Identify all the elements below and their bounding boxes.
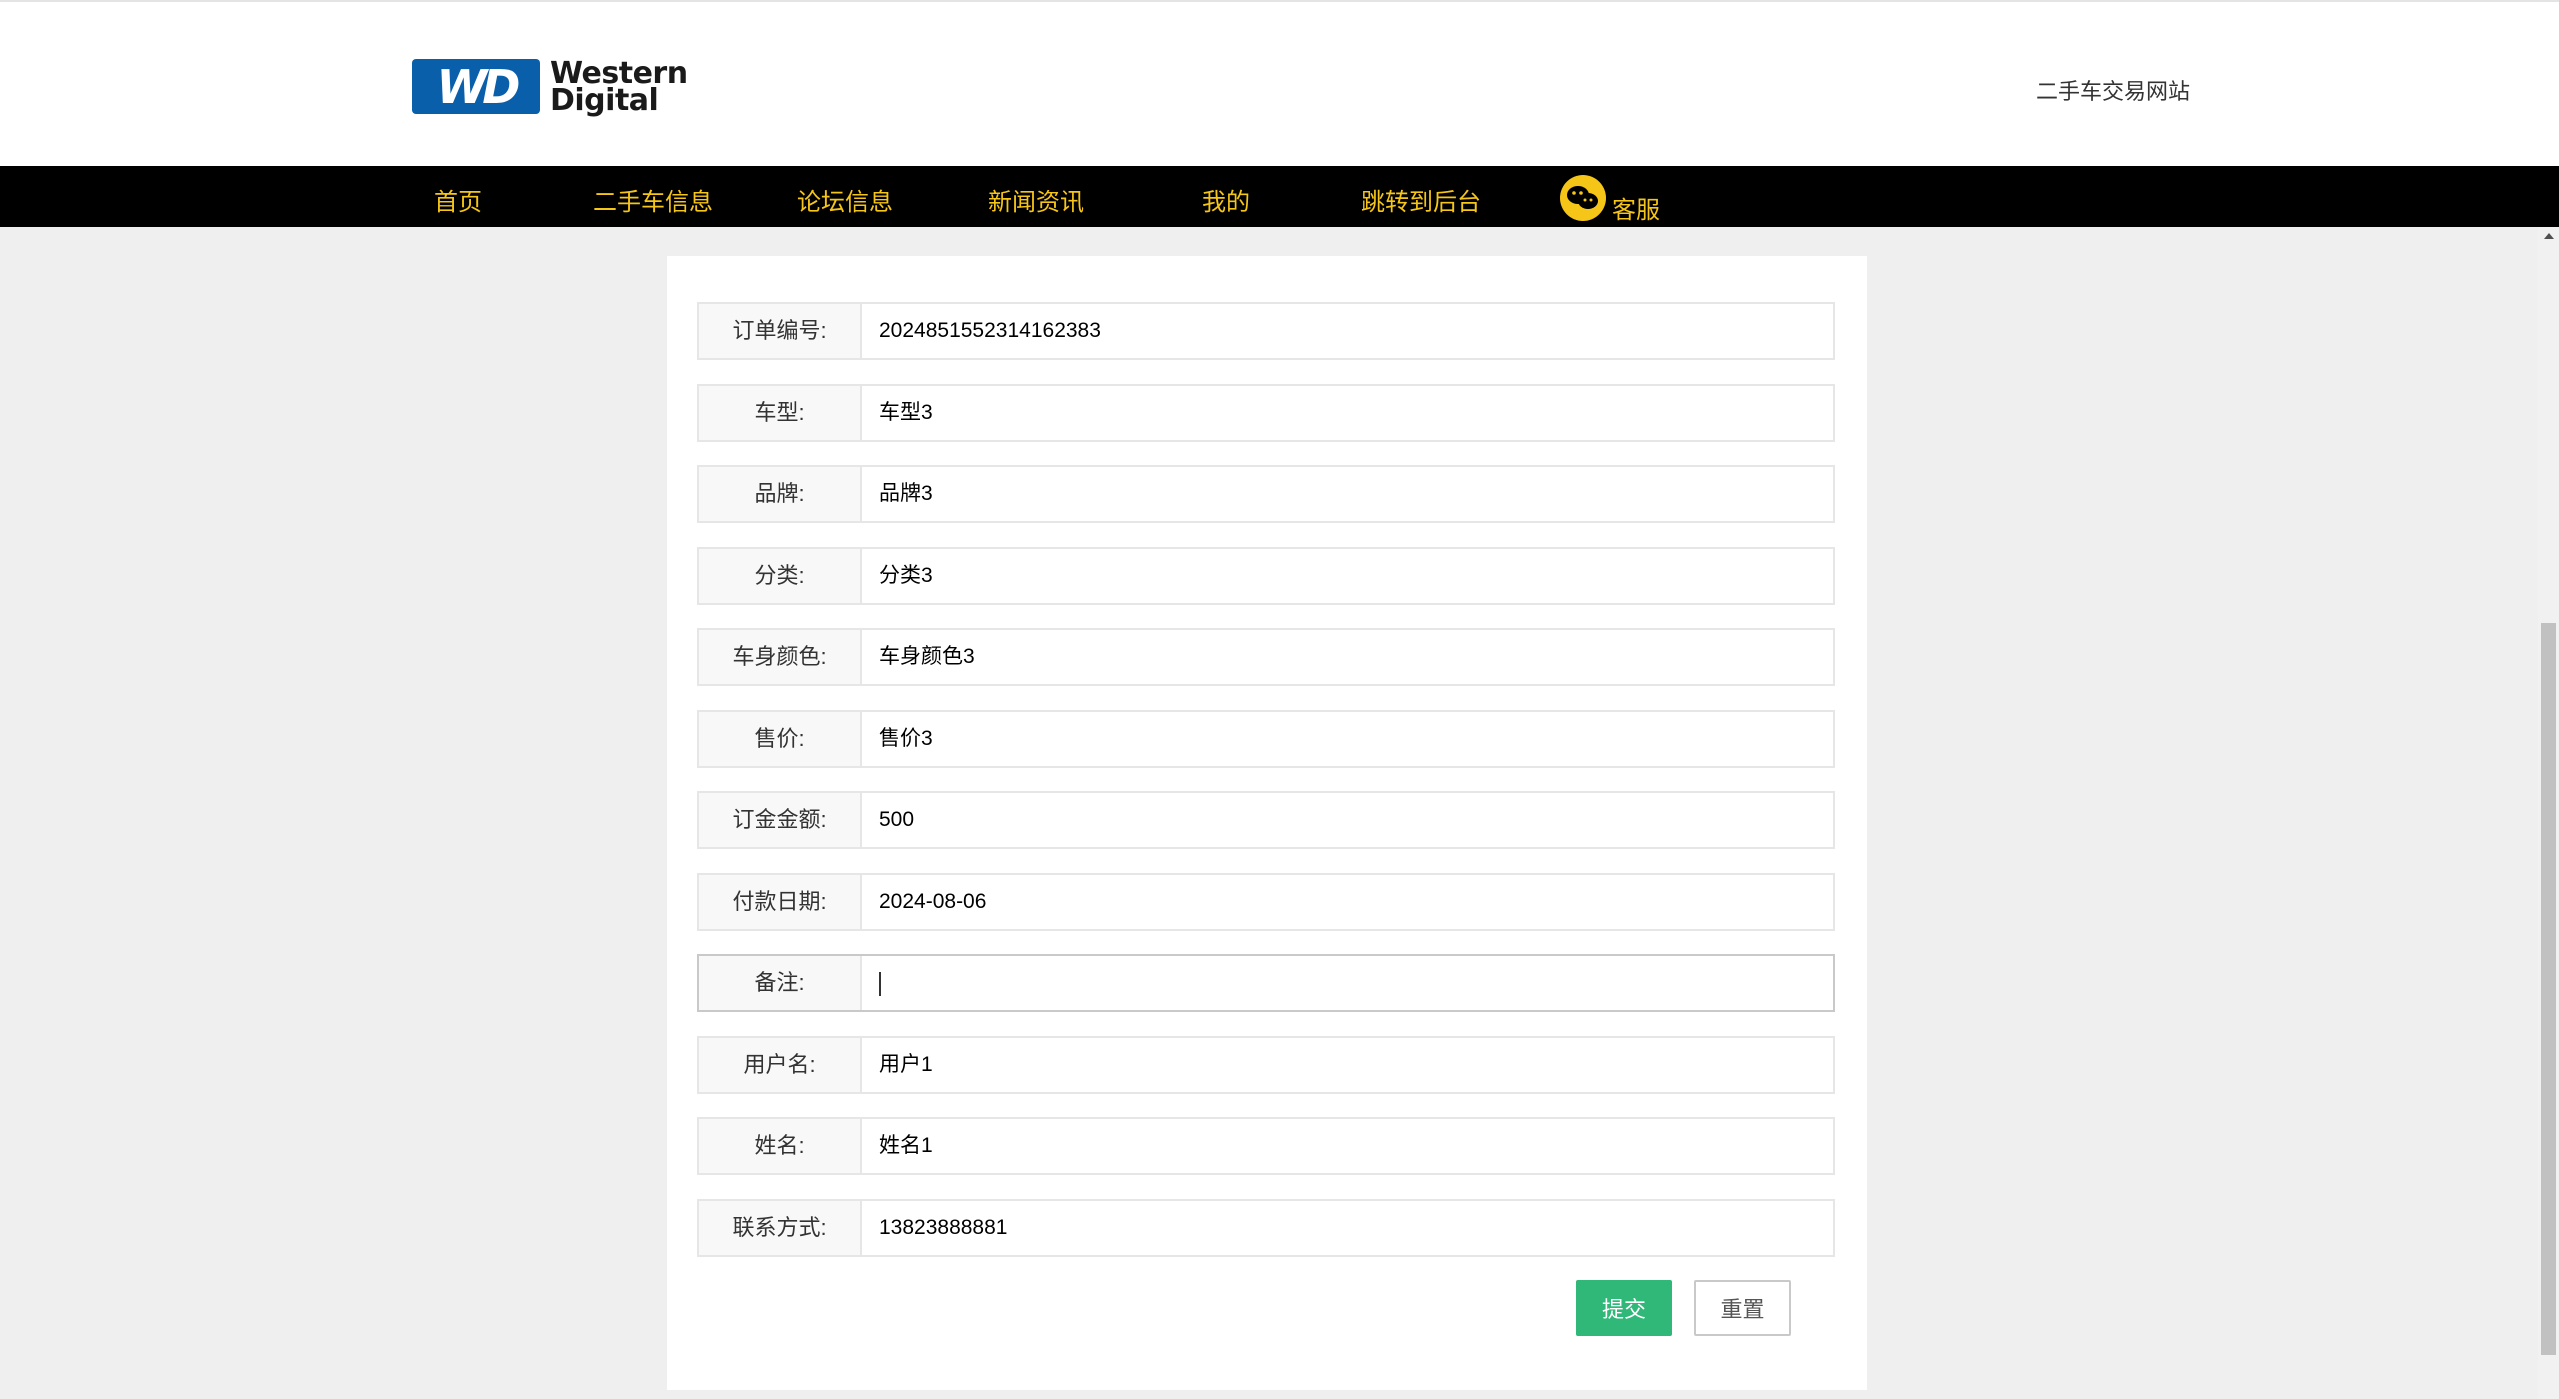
nav-item-used-cars[interactable]: 二手车信息 [593,182,713,217]
form-row-deposit-amount: 订金金额: [697,791,1835,849]
form-row-category: 分类: [697,547,1835,605]
nav-item-customer-service[interactable]: 客服 [1612,190,1660,225]
username-input[interactable] [864,1038,1833,1092]
nav-item-forum[interactable]: 论坛信息 [797,182,893,217]
scroll-up-arrow-icon[interactable] [2544,233,2554,239]
price-input[interactable] [864,712,1833,766]
price-label: 售价: [699,712,862,766]
reset-button[interactable]: 重置 [1694,1280,1791,1336]
name-input[interactable] [864,1119,1833,1173]
nav-item-mine[interactable]: 我的 [1202,182,1250,217]
order-number-input[interactable] [864,304,1833,358]
car-model-input[interactable] [864,386,1833,440]
payment-date-label: 付款日期: [699,875,862,929]
site-header: WD Western Digital 二手车交易网站 [0,0,2559,166]
nav-item-news[interactable]: 新闻资讯 [988,182,1084,217]
remarks-label: 备注: [699,956,862,1010]
page-scrollbar[interactable] [2538,227,2559,1399]
text-caret [879,972,881,996]
brand-label: 品牌: [699,467,862,521]
form-row-payment-date: 付款日期: [697,873,1835,931]
category-input[interactable] [864,549,1833,603]
remarks-input[interactable] [864,956,1833,1010]
nav-item-home[interactable]: 首页 [434,182,482,217]
deposit-amount-input[interactable] [864,793,1833,847]
submit-button[interactable]: 提交 [1576,1280,1672,1336]
form-row-order-number: 订单编号: [697,302,1835,360]
form-row-brand: 品牌: [697,465,1835,523]
form-row-price: 售价: [697,710,1835,768]
car-model-label: 车型: [699,386,862,440]
contact-label: 联系方式: [699,1201,862,1255]
form-row-contact: 联系方式: [697,1199,1835,1257]
form-row-name: 姓名: [697,1117,1835,1175]
form-row-car-model: 车型: [697,384,1835,442]
name-label: 姓名: [699,1119,862,1173]
body-color-label: 车身颜色: [699,630,862,684]
wd-logo-mark: WD [412,59,540,114]
body-color-input[interactable] [864,630,1833,684]
logo-wordmark: Western Digital [550,58,688,118]
form-row-remarks: 备注: [697,954,1835,1012]
form-row-body-color: 车身颜色: [697,628,1835,686]
payment-date-input[interactable] [864,875,1833,929]
order-number-label: 订单编号: [699,304,862,358]
western-digital-logo[interactable]: WD Western Digital [412,57,694,116]
wechat-icon[interactable] [1560,175,1606,221]
logo-text-digital: Digital [550,82,659,118]
category-label: 分类: [699,549,862,603]
main-nav: 首页 二手车信息 论坛信息 新闻资讯 我的 跳转到后台 客服 [0,166,2559,227]
nav-item-backend[interactable]: 跳转到后台 [1361,182,1481,217]
deposit-amount-label: 订金金额: [699,793,862,847]
brand-input[interactable] [864,467,1833,521]
order-form-panel: 订单编号: 车型: 品牌: 分类: 车身颜色: 售价: 订金金额: 付款日期: … [667,256,1867,1390]
site-name: 二手车交易网站 [2036,79,2191,104]
contact-input[interactable] [864,1201,1833,1255]
username-label: 用户名: [699,1038,862,1092]
form-row-username: 用户名: [697,1036,1835,1094]
scrollbar-thumb[interactable] [2541,623,2556,1355]
